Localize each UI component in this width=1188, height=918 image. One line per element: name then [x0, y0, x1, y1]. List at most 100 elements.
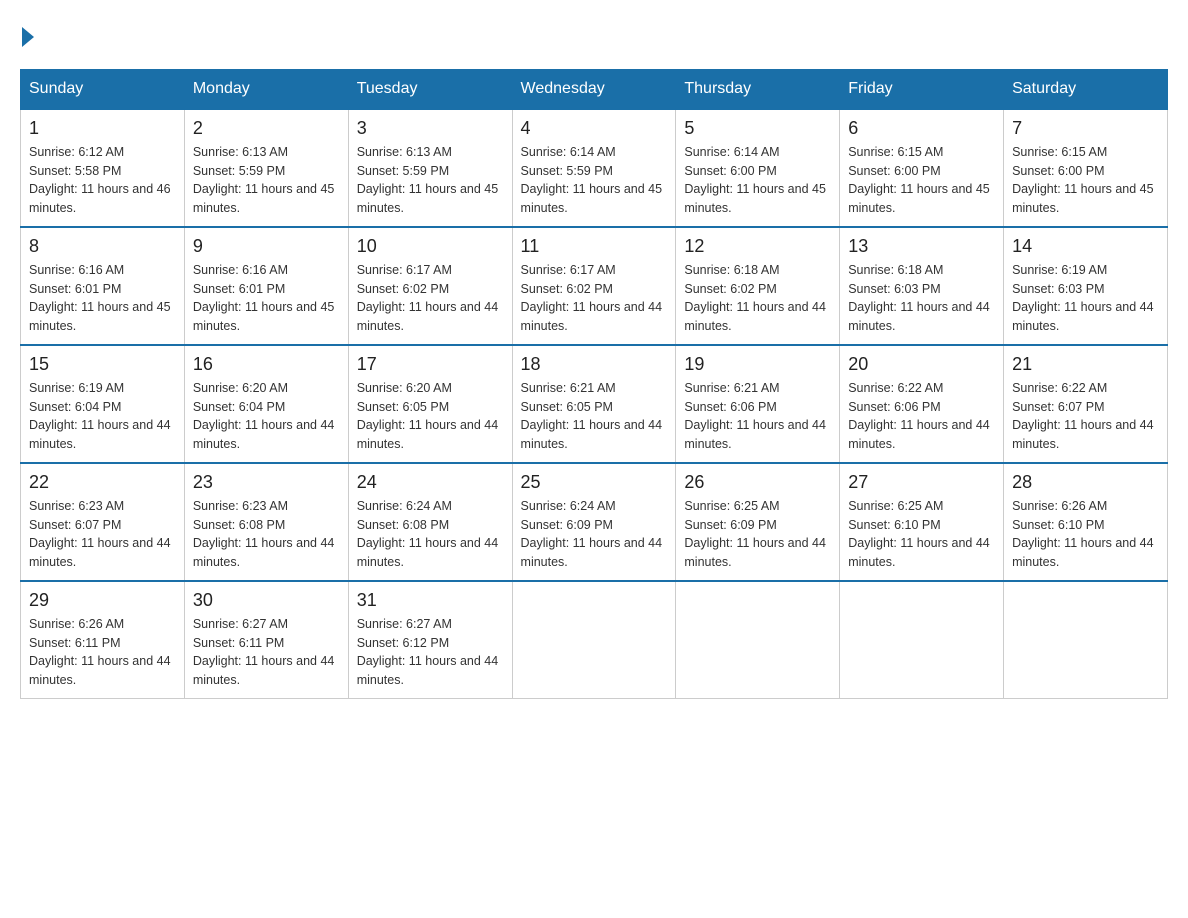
day-number: 25	[521, 472, 668, 493]
empty-cell	[1004, 581, 1168, 699]
day-cell-4: 4 Sunrise: 6:14 AM Sunset: 5:59 PM Dayli…	[512, 109, 676, 227]
day-number: 19	[684, 354, 831, 375]
header-saturday: Saturday	[1004, 69, 1168, 109]
day-cell-30: 30 Sunrise: 6:27 AM Sunset: 6:11 PM Dayl…	[184, 581, 348, 699]
day-number: 5	[684, 118, 831, 139]
week-row-1: 8 Sunrise: 6:16 AM Sunset: 6:01 PM Dayli…	[21, 227, 1168, 345]
day-cell-19: 19 Sunrise: 6:21 AM Sunset: 6:06 PM Dayl…	[676, 345, 840, 463]
day-number: 10	[357, 236, 504, 257]
day-cell-5: 5 Sunrise: 6:14 AM Sunset: 6:00 PM Dayli…	[676, 109, 840, 227]
header-friday: Friday	[840, 69, 1004, 109]
day-cell-3: 3 Sunrise: 6:13 AM Sunset: 5:59 PM Dayli…	[348, 109, 512, 227]
logo-arrow-icon	[22, 27, 34, 47]
day-cell-10: 10 Sunrise: 6:17 AM Sunset: 6:02 PM Dayl…	[348, 227, 512, 345]
day-info: Sunrise: 6:12 AM Sunset: 5:58 PM Dayligh…	[29, 143, 176, 218]
day-number: 23	[193, 472, 340, 493]
page-header	[20, 20, 1168, 49]
day-number: 30	[193, 590, 340, 611]
empty-cell	[512, 581, 676, 699]
day-info: Sunrise: 6:24 AM Sunset: 6:09 PM Dayligh…	[521, 497, 668, 572]
day-info: Sunrise: 6:25 AM Sunset: 6:09 PM Dayligh…	[684, 497, 831, 572]
header-thursday: Thursday	[676, 69, 840, 109]
day-cell-18: 18 Sunrise: 6:21 AM Sunset: 6:05 PM Dayl…	[512, 345, 676, 463]
week-row-4: 29 Sunrise: 6:26 AM Sunset: 6:11 PM Dayl…	[21, 581, 1168, 699]
day-info: Sunrise: 6:17 AM Sunset: 6:02 PM Dayligh…	[521, 261, 668, 336]
day-cell-22: 22 Sunrise: 6:23 AM Sunset: 6:07 PM Dayl…	[21, 463, 185, 581]
day-info: Sunrise: 6:21 AM Sunset: 6:05 PM Dayligh…	[521, 379, 668, 454]
calendar-table: SundayMondayTuesdayWednesdayThursdayFrid…	[20, 69, 1168, 699]
day-number: 14	[1012, 236, 1159, 257]
day-number: 29	[29, 590, 176, 611]
day-number: 17	[357, 354, 504, 375]
day-info: Sunrise: 6:19 AM Sunset: 6:03 PM Dayligh…	[1012, 261, 1159, 336]
header-sunday: Sunday	[21, 69, 185, 109]
day-number: 1	[29, 118, 176, 139]
week-row-2: 15 Sunrise: 6:19 AM Sunset: 6:04 PM Dayl…	[21, 345, 1168, 463]
day-cell-26: 26 Sunrise: 6:25 AM Sunset: 6:09 PM Dayl…	[676, 463, 840, 581]
day-info: Sunrise: 6:20 AM Sunset: 6:05 PM Dayligh…	[357, 379, 504, 454]
day-cell-21: 21 Sunrise: 6:22 AM Sunset: 6:07 PM Dayl…	[1004, 345, 1168, 463]
day-number: 15	[29, 354, 176, 375]
day-cell-6: 6 Sunrise: 6:15 AM Sunset: 6:00 PM Dayli…	[840, 109, 1004, 227]
day-number: 13	[848, 236, 995, 257]
day-number: 6	[848, 118, 995, 139]
day-number: 21	[1012, 354, 1159, 375]
day-info: Sunrise: 6:25 AM Sunset: 6:10 PM Dayligh…	[848, 497, 995, 572]
day-number: 7	[1012, 118, 1159, 139]
day-number: 2	[193, 118, 340, 139]
day-info: Sunrise: 6:15 AM Sunset: 6:00 PM Dayligh…	[1012, 143, 1159, 218]
day-info: Sunrise: 6:14 AM Sunset: 6:00 PM Dayligh…	[684, 143, 831, 218]
day-number: 12	[684, 236, 831, 257]
day-cell-31: 31 Sunrise: 6:27 AM Sunset: 6:12 PM Dayl…	[348, 581, 512, 699]
day-cell-25: 25 Sunrise: 6:24 AM Sunset: 6:09 PM Dayl…	[512, 463, 676, 581]
day-cell-9: 9 Sunrise: 6:16 AM Sunset: 6:01 PM Dayli…	[184, 227, 348, 345]
day-info: Sunrise: 6:26 AM Sunset: 6:11 PM Dayligh…	[29, 615, 176, 690]
day-cell-13: 13 Sunrise: 6:18 AM Sunset: 6:03 PM Dayl…	[840, 227, 1004, 345]
header-tuesday: Tuesday	[348, 69, 512, 109]
header-row: SundayMondayTuesdayWednesdayThursdayFrid…	[21, 69, 1168, 109]
day-info: Sunrise: 6:21 AM Sunset: 6:06 PM Dayligh…	[684, 379, 831, 454]
day-cell-16: 16 Sunrise: 6:20 AM Sunset: 6:04 PM Dayl…	[184, 345, 348, 463]
day-cell-17: 17 Sunrise: 6:20 AM Sunset: 6:05 PM Dayl…	[348, 345, 512, 463]
day-cell-1: 1 Sunrise: 6:12 AM Sunset: 5:58 PM Dayli…	[21, 109, 185, 227]
day-cell-23: 23 Sunrise: 6:23 AM Sunset: 6:08 PM Dayl…	[184, 463, 348, 581]
day-info: Sunrise: 6:13 AM Sunset: 5:59 PM Dayligh…	[357, 143, 504, 218]
day-cell-7: 7 Sunrise: 6:15 AM Sunset: 6:00 PM Dayli…	[1004, 109, 1168, 227]
day-info: Sunrise: 6:26 AM Sunset: 6:10 PM Dayligh…	[1012, 497, 1159, 572]
day-info: Sunrise: 6:16 AM Sunset: 6:01 PM Dayligh…	[29, 261, 176, 336]
day-info: Sunrise: 6:16 AM Sunset: 6:01 PM Dayligh…	[193, 261, 340, 336]
day-info: Sunrise: 6:18 AM Sunset: 6:02 PM Dayligh…	[684, 261, 831, 336]
day-cell-2: 2 Sunrise: 6:13 AM Sunset: 5:59 PM Dayli…	[184, 109, 348, 227]
day-cell-14: 14 Sunrise: 6:19 AM Sunset: 6:03 PM Dayl…	[1004, 227, 1168, 345]
day-info: Sunrise: 6:18 AM Sunset: 6:03 PM Dayligh…	[848, 261, 995, 336]
day-cell-29: 29 Sunrise: 6:26 AM Sunset: 6:11 PM Dayl…	[21, 581, 185, 699]
calendar-body: 1 Sunrise: 6:12 AM Sunset: 5:58 PM Dayli…	[21, 109, 1168, 699]
day-cell-20: 20 Sunrise: 6:22 AM Sunset: 6:06 PM Dayl…	[840, 345, 1004, 463]
day-info: Sunrise: 6:27 AM Sunset: 6:12 PM Dayligh…	[357, 615, 504, 690]
week-row-3: 22 Sunrise: 6:23 AM Sunset: 6:07 PM Dayl…	[21, 463, 1168, 581]
day-number: 27	[848, 472, 995, 493]
day-cell-11: 11 Sunrise: 6:17 AM Sunset: 6:02 PM Dayl…	[512, 227, 676, 345]
logo	[20, 20, 34, 49]
day-number: 16	[193, 354, 340, 375]
day-number: 28	[1012, 472, 1159, 493]
day-cell-8: 8 Sunrise: 6:16 AM Sunset: 6:01 PM Dayli…	[21, 227, 185, 345]
day-info: Sunrise: 6:20 AM Sunset: 6:04 PM Dayligh…	[193, 379, 340, 454]
day-cell-28: 28 Sunrise: 6:26 AM Sunset: 6:10 PM Dayl…	[1004, 463, 1168, 581]
day-cell-24: 24 Sunrise: 6:24 AM Sunset: 6:08 PM Dayl…	[348, 463, 512, 581]
day-number: 8	[29, 236, 176, 257]
day-info: Sunrise: 6:17 AM Sunset: 6:02 PM Dayligh…	[357, 261, 504, 336]
day-number: 11	[521, 236, 668, 257]
day-cell-12: 12 Sunrise: 6:18 AM Sunset: 6:02 PM Dayl…	[676, 227, 840, 345]
day-info: Sunrise: 6:15 AM Sunset: 6:00 PM Dayligh…	[848, 143, 995, 218]
day-info: Sunrise: 6:27 AM Sunset: 6:11 PM Dayligh…	[193, 615, 340, 690]
day-number: 26	[684, 472, 831, 493]
day-number: 18	[521, 354, 668, 375]
calendar-header: SundayMondayTuesdayWednesdayThursdayFrid…	[21, 69, 1168, 109]
header-wednesday: Wednesday	[512, 69, 676, 109]
day-number: 3	[357, 118, 504, 139]
day-info: Sunrise: 6:23 AM Sunset: 6:07 PM Dayligh…	[29, 497, 176, 572]
day-info: Sunrise: 6:19 AM Sunset: 6:04 PM Dayligh…	[29, 379, 176, 454]
empty-cell	[840, 581, 1004, 699]
day-cell-15: 15 Sunrise: 6:19 AM Sunset: 6:04 PM Dayl…	[21, 345, 185, 463]
